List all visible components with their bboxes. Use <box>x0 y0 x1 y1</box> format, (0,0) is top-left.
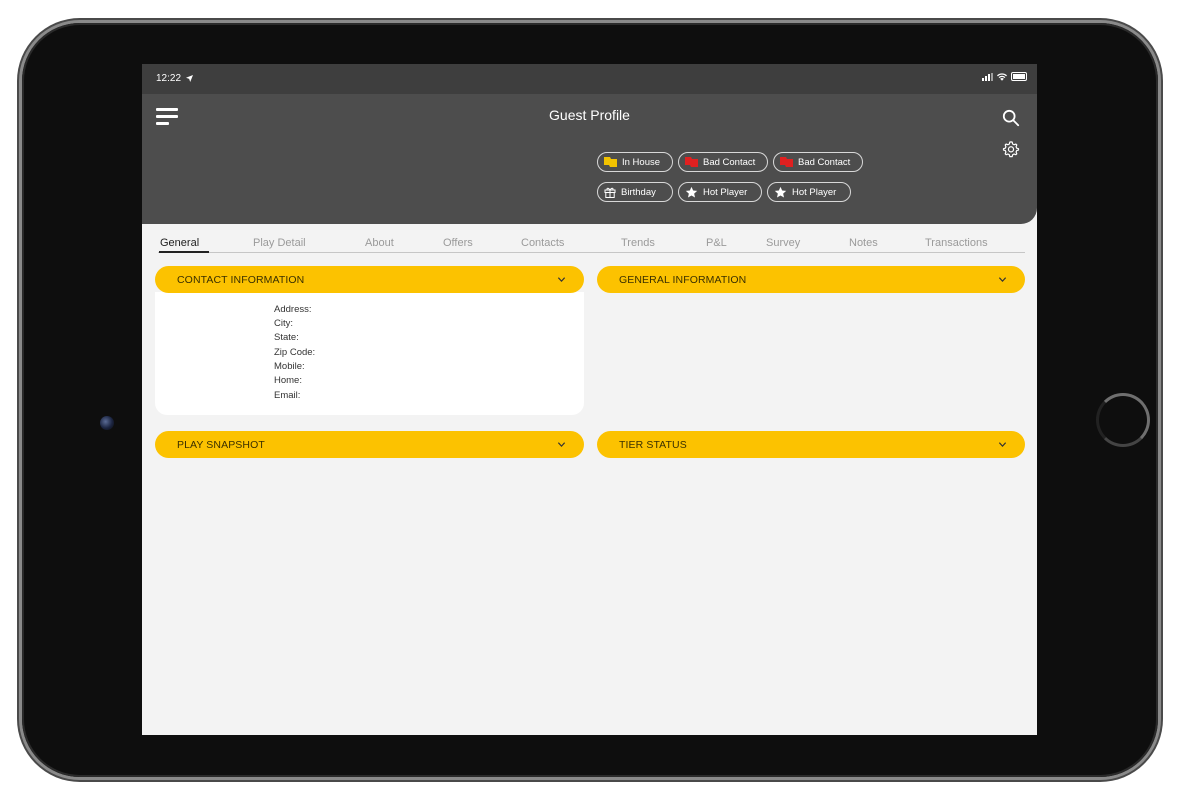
flag-chip-bad-contact-2[interactable]: Bad Contact <box>773 152 863 172</box>
tab-about[interactable]: About <box>365 237 394 249</box>
status-time: 12:22 <box>156 73 193 84</box>
page-title: Guest Profile <box>549 107 630 123</box>
flag-chip-in-house[interactable]: In House <box>597 152 673 172</box>
star-icon <box>774 186 787 198</box>
contact-information-panel: Address: City: State: Zip Code: Mobile: … <box>155 292 584 415</box>
app-header: Guest Profile In House Bad Contact Bad C… <box>142 94 1037 224</box>
tab-bar: General Play Detail About Offers Contact… <box>158 236 1025 253</box>
city-label: City: <box>274 318 293 329</box>
tab-transactions[interactable]: Transactions <box>925 237 988 249</box>
wifi-icon <box>997 72 1007 81</box>
home-label: Home: <box>274 375 302 386</box>
tab-notes[interactable]: Notes <box>849 237 878 249</box>
status-bar: 12:22 <box>142 64 1037 94</box>
chevron-down-icon <box>557 442 566 447</box>
tab-play-detail[interactable]: Play Detail <box>253 237 306 249</box>
gear-icon[interactable] <box>1002 140 1020 158</box>
flag-chip-bad-contact[interactable]: Bad Contact <box>678 152 768 172</box>
gift-icon <box>604 187 616 198</box>
email-label: Email: <box>274 390 301 401</box>
flag-chip-hot-player[interactable]: Hot Player <box>678 182 762 202</box>
chevron-down-icon <box>998 442 1007 447</box>
home-button[interactable] <box>1096 393 1150 447</box>
tab-pl[interactable]: P&L <box>706 237 727 249</box>
tier-status-header[interactable]: TIER STATUS <box>597 431 1025 458</box>
location-arrow-icon <box>185 74 193 82</box>
search-icon[interactable] <box>1002 109 1020 127</box>
state-label: State: <box>274 332 299 343</box>
address-label: Address: <box>274 304 312 315</box>
chevron-down-icon <box>557 277 566 282</box>
chevron-down-icon <box>998 277 1007 282</box>
tab-survey[interactable]: Survey <box>766 237 800 249</box>
mobile-label: Mobile: <box>274 361 305 372</box>
star-icon <box>685 186 698 198</box>
tab-trends[interactable]: Trends <box>621 237 655 249</box>
app-screen: 12:22 Guest Profile In House Bad Contact… <box>142 64 1037 735</box>
signal-icon <box>982 72 993 81</box>
flag-chip-hot-player-2[interactable]: Hot Player <box>767 182 851 202</box>
general-information-header[interactable]: GENERAL INFORMATION <box>597 266 1025 293</box>
flag-chip-birthday[interactable]: Birthday <box>597 182 673 202</box>
battery-icon <box>1011 72 1027 81</box>
contact-information-header[interactable]: CONTACT INFORMATION <box>155 266 584 293</box>
active-tab-indicator <box>159 251 209 253</box>
flag-icon <box>685 157 698 167</box>
camera-icon <box>100 416 114 430</box>
zip-code-label: Zip Code: <box>274 347 316 358</box>
tab-offers[interactable]: Offers <box>443 237 473 249</box>
status-indicators <box>982 72 1027 81</box>
tab-general[interactable]: General <box>160 237 199 249</box>
flag-icon <box>604 157 617 167</box>
tab-contacts[interactable]: Contacts <box>521 237 564 249</box>
flag-icon <box>780 157 793 167</box>
play-snapshot-header[interactable]: PLAY SNAPSHOT <box>155 431 584 458</box>
